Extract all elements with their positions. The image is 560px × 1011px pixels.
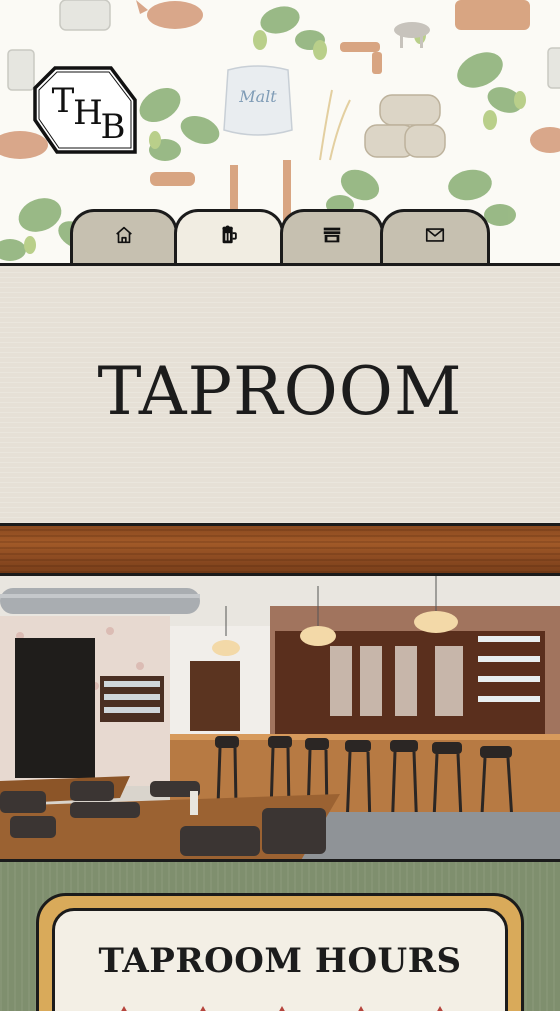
- ornament-icon: [200, 1006, 206, 1011]
- tab-shop[interactable]: [280, 209, 384, 263]
- brand-logo[interactable]: T H B: [33, 66, 137, 156]
- home-icon: [116, 226, 132, 244]
- tab-contact[interactable]: [380, 209, 490, 263]
- store-icon: [323, 227, 341, 243]
- tab-taproom[interactable]: [174, 209, 284, 263]
- hours-card: TAPROOM HOURS: [52, 908, 508, 1011]
- page-title-section: TAPROOM: [0, 263, 560, 526]
- beer-mug-icon: [222, 225, 237, 244]
- main-nav-tabs: [70, 209, 490, 263]
- site-header: Malt T H B: [0, 0, 560, 263]
- ornament-icon: [358, 1006, 364, 1011]
- svg-text:H: H: [73, 93, 103, 133]
- svg-text:B: B: [101, 107, 126, 147]
- wood-divider: [0, 526, 560, 576]
- hours-section: TAPROOM HOURS: [0, 862, 560, 1011]
- ornament-icon: [121, 1006, 127, 1011]
- svg-text:Malt: Malt: [238, 87, 277, 106]
- taproom-photo: [0, 576, 560, 862]
- page-title: TAPROOM: [97, 353, 463, 430]
- svg-text:T: T: [52, 81, 75, 121]
- mail-icon: [425, 228, 445, 242]
- ornament-icon: [437, 1006, 443, 1011]
- tab-home[interactable]: [70, 209, 178, 263]
- hours-title: TAPROOM HOURS: [98, 941, 462, 981]
- hours-card-frame: TAPROOM HOURS: [36, 893, 524, 1011]
- ornament-icon: [279, 1006, 285, 1011]
- decorative-border: [55, 1004, 505, 1011]
